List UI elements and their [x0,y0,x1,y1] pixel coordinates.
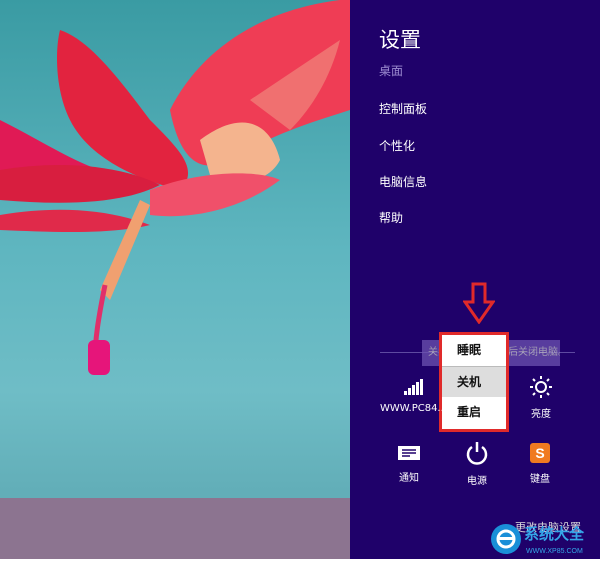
notifications-label: 通知 [399,473,419,484]
settings-charm-panel: 设置 桌面 控制面板 个性化 电脑信息 帮助 关闭所有应用，然后关闭电脑。 睡眠… [350,0,600,559]
power-shutdown[interactable]: 关机 [442,366,506,397]
watermark-logo: 系统大全 WWW.XP85.COM [488,517,600,559]
brightness-label: 亮度 [531,409,551,420]
notifications-icon [398,446,420,460]
desktop-wallpaper [0,0,350,559]
brightness-tile[interactable]: 亮度 [525,376,557,420]
signal-icon [403,379,423,395]
sogou-keyboard-icon: S [530,443,550,463]
keyboard-label: 键盘 [530,474,550,485]
power-label: 电源 [467,476,487,487]
svg-text:WWW.XP85.COM: WWW.XP85.COM [526,548,583,555]
keyboard-tile[interactable]: S 键盘 [525,443,555,485]
menu-help[interactable]: 帮助 [379,209,403,226]
power-sleep[interactable]: 睡眠 [442,335,506,366]
svg-text:S: S [535,445,544,461]
brightness-icon [530,376,552,398]
menu-control-panel[interactable]: 控制面板 [379,100,427,117]
settings-subtitle: 桌面 [379,64,404,78]
taskbar-strip [0,498,350,559]
menu-personalize[interactable]: 个性化 [379,137,415,154]
power-tile[interactable]: 电源 [462,441,492,487]
settings-title: 设置 [379,28,421,52]
flower-image [0,0,350,375]
watermark-emblem-icon: 系统大全 WWW.XP85.COM [491,524,585,555]
red-arrow-down-icon [463,282,495,324]
power-menu: 睡眠 关机 重启 [439,332,509,432]
svg-text:系统大全: 系统大全 [524,525,585,543]
notifications-tile[interactable]: 通知 [394,446,424,484]
power-icon [466,442,488,465]
network-label: WWW.PC84... [380,403,447,414]
power-restart[interactable]: 重启 [442,397,506,428]
menu-pc-info[interactable]: 电脑信息 [379,173,427,190]
network-tile[interactable]: WWW.PC84... [380,378,447,414]
